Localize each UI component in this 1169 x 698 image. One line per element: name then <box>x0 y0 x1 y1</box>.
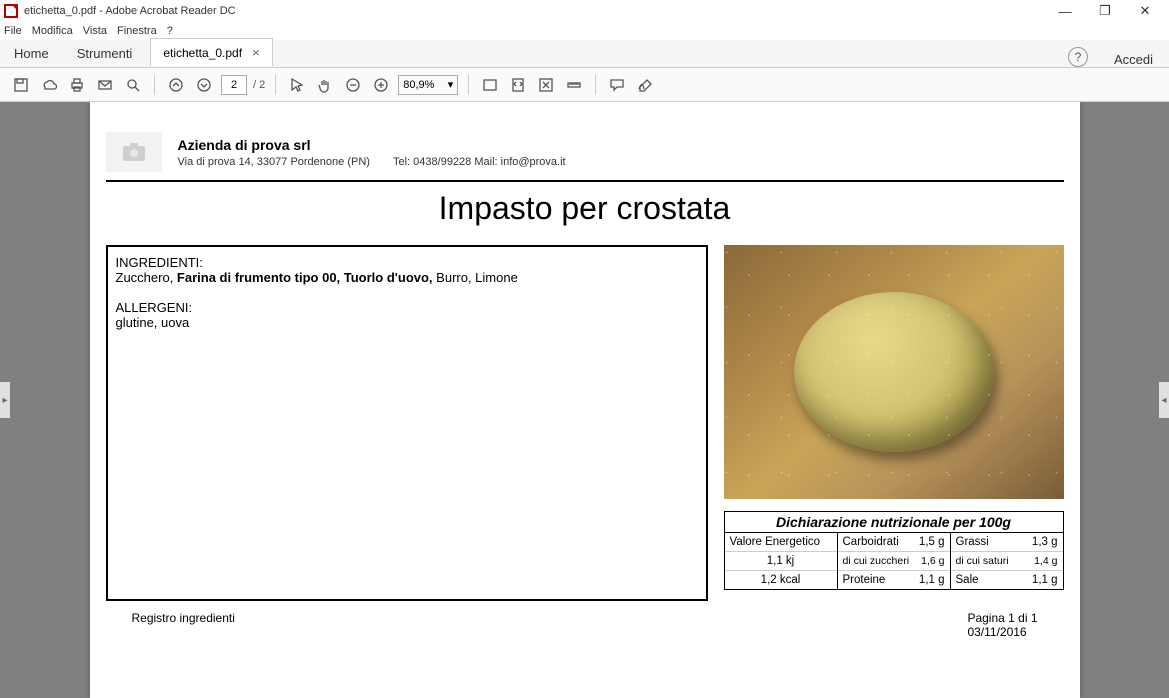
ingredients-pre: Zucchero, <box>116 270 177 285</box>
zoom-out-icon[interactable] <box>342 74 364 96</box>
document-title: Impasto per crostata <box>106 190 1064 227</box>
hand-icon[interactable] <box>314 74 336 96</box>
menu-finestra[interactable]: Finestra <box>117 25 157 37</box>
save-icon[interactable] <box>10 74 32 96</box>
cloud-icon[interactable] <box>38 74 60 96</box>
sign-icon[interactable] <box>634 74 656 96</box>
page-down-icon[interactable] <box>193 74 215 96</box>
footer-date: 03/11/2016 <box>967 625 1037 639</box>
nutrition-cell: di cui saturi1,4 g <box>951 552 1063 571</box>
pdf-page: Azienda di prova srl Via di prova 14, 33… <box>90 102 1080 698</box>
close-window-button[interactable]: ✕ <box>1125 0 1165 22</box>
nutrition-cell: di cui zuccheri1,6 g <box>838 552 950 571</box>
fit-page-icon[interactable] <box>507 74 529 96</box>
company-logo-placeholder <box>106 132 162 172</box>
menu-modifica[interactable]: Modifica <box>32 25 73 37</box>
page-up-icon[interactable] <box>165 74 187 96</box>
page-total-label: / 2 <box>253 79 265 91</box>
tab-close-icon[interactable]: × <box>252 45 260 60</box>
fullscreen-icon[interactable] <box>535 74 557 96</box>
right-pane-handle[interactable]: ◂ <box>1159 382 1169 418</box>
company-contact: Tel: 0438/99228 Mail: info@prova.it <box>393 156 566 168</box>
help-icon[interactable]: ? <box>1068 47 1088 67</box>
cursor-icon[interactable] <box>286 74 308 96</box>
maximize-button[interactable]: ❐ <box>1085 0 1125 22</box>
tab-tools[interactable]: Strumenti <box>63 40 147 67</box>
nutrition-cell: Valore Energetico <box>725 533 837 552</box>
footer-page: Pagina 1 di 1 <box>967 611 1037 625</box>
nutrition-cell: Grassi1,3 g <box>951 533 1063 552</box>
ingredients-post: Burro, Limone <box>433 270 518 285</box>
tab-document[interactable]: etichetta_0.pdf × <box>150 38 272 66</box>
menu-vista[interactable]: Vista <box>83 25 107 37</box>
tab-home[interactable]: Home <box>0 40 63 67</box>
nutrition-cell: Carboidrati1,5 g <box>838 533 950 552</box>
nutrition-cell: 1,2 kcal <box>725 571 837 589</box>
ingredients-label: INGREDIENTI: <box>116 255 698 270</box>
window-title: etichetta_0.pdf - Adobe Acrobat Reader D… <box>24 5 1045 17</box>
zoom-select[interactable]: 80,9% ▾ <box>398 75 458 95</box>
mail-icon[interactable] <box>94 74 116 96</box>
print-icon[interactable] <box>66 74 88 96</box>
menu-help[interactable]: ? <box>167 25 173 37</box>
tab-document-label: etichetta_0.pdf <box>163 46 242 60</box>
nutrition-cell: Proteine1,1 g <box>838 571 950 589</box>
ingredients-bold: Farina di frumento tipo 00, Tuorlo d'uov… <box>177 270 433 285</box>
allergens-line: glutine, uova <box>116 315 698 330</box>
search-icon[interactable] <box>122 74 144 96</box>
menu-file[interactable]: File <box>4 25 22 37</box>
ingredients-box: INGREDIENTI: Zucchero, Farina di frument… <box>106 245 708 601</box>
nutrition-table: Dichiarazione nutrizionale per 100g Valo… <box>724 511 1064 590</box>
ingredients-line: Zucchero, Farina di frumento tipo 00, Tu… <box>116 270 698 285</box>
nutrition-cell: 1,1 kj <box>725 552 837 571</box>
left-pane-handle[interactable]: ▸ <box>0 382 10 418</box>
app-icon <box>4 4 18 18</box>
ruler-icon[interactable] <box>563 74 585 96</box>
company-address: Via di prova 14, 33077 Pordenone (PN) <box>178 156 370 168</box>
page-number-input[interactable] <box>221 75 247 95</box>
minimize-button[interactable]: — <box>1045 0 1085 22</box>
nutrition-header: Dichiarazione nutrizionale per 100g <box>725 512 1063 533</box>
allergens-label: ALLERGENI: <box>116 300 698 315</box>
fit-width-icon[interactable] <box>479 74 501 96</box>
zoom-in-icon[interactable] <box>370 74 392 96</box>
comment-icon[interactable] <box>606 74 628 96</box>
chevron-down-icon: ▾ <box>448 78 454 91</box>
signin-button[interactable]: Accedi <box>1098 52 1169 67</box>
nutrition-cell: Sale1,1 g <box>951 571 1063 589</box>
company-name: Azienda di prova srl <box>178 137 566 153</box>
footer-left: Registro ingredienti <box>132 611 235 639</box>
zoom-value: 80,9% <box>403 79 434 91</box>
product-image <box>724 245 1064 499</box>
